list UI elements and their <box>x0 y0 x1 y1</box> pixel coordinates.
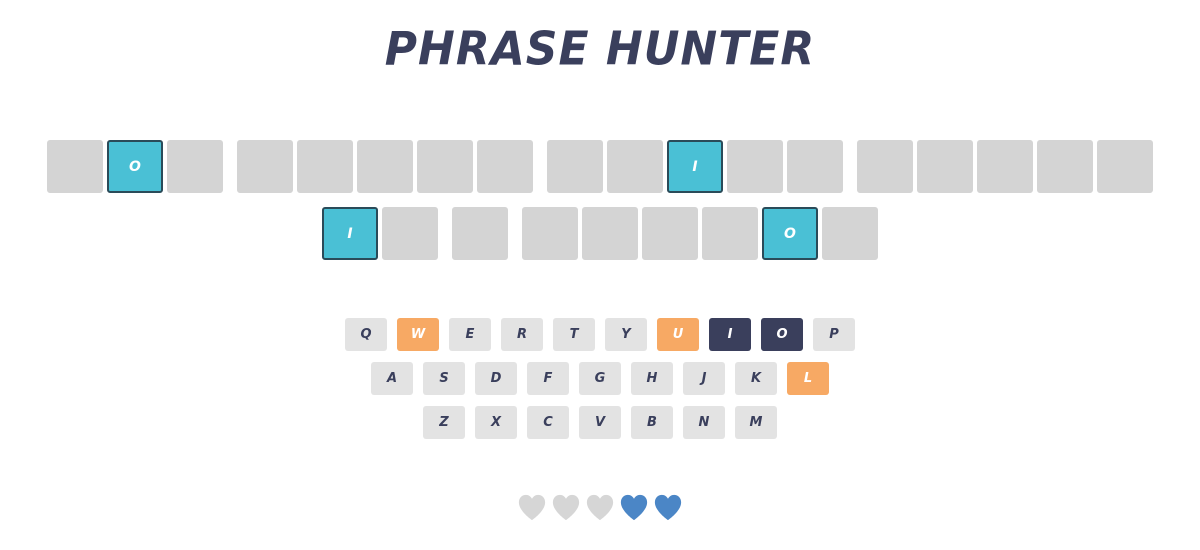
key-k[interactable]: K <box>735 362 777 395</box>
key-t[interactable]: T <box>553 318 595 351</box>
phrase-word <box>237 140 533 196</box>
keyboard-row: ZXCVBNM <box>0 406 1200 439</box>
phrase-word <box>857 140 1153 196</box>
letter-tile-hidden <box>547 140 603 193</box>
letter-tile-hidden <box>917 140 973 193</box>
letter-tile-hidden <box>702 207 758 260</box>
phrase-word: O <box>47 140 223 196</box>
key-w[interactable]: W <box>397 318 439 351</box>
letter-tile-hidden <box>47 140 103 193</box>
key-y[interactable]: Y <box>605 318 647 351</box>
letter-tile-revealed: O <box>107 140 163 193</box>
phrase-line: IO <box>0 207 1200 263</box>
key-v[interactable]: V <box>579 406 621 439</box>
heart-icon-lost <box>586 494 614 521</box>
letter-tile-revealed: I <box>322 207 378 260</box>
phrase-line: OI <box>0 140 1200 196</box>
key-p[interactable]: P <box>813 318 855 351</box>
letter-tile-revealed: O <box>762 207 818 260</box>
key-h[interactable]: H <box>631 362 673 395</box>
phrase-board: OIIO <box>0 140 1200 274</box>
keyboard-row: ASDFGHJKL <box>0 362 1200 395</box>
letter-tile-hidden <box>417 140 473 193</box>
letter-tile-hidden <box>382 207 438 260</box>
letter-tile-hidden <box>237 140 293 193</box>
key-g[interactable]: G <box>579 362 621 395</box>
letter-tile-hidden <box>642 207 698 260</box>
key-f[interactable]: F <box>527 362 569 395</box>
letter-tile-hidden <box>582 207 638 260</box>
key-q[interactable]: Q <box>345 318 387 351</box>
key-s[interactable]: S <box>423 362 465 395</box>
letter-tile-hidden <box>857 140 913 193</box>
key-j[interactable]: J <box>683 362 725 395</box>
key-l[interactable]: L <box>787 362 829 395</box>
phrase-word: I <box>322 207 438 263</box>
letter-tile-hidden <box>727 140 783 193</box>
letter-tile-revealed: I <box>667 140 723 193</box>
key-r[interactable]: R <box>501 318 543 351</box>
heart-icon-lost <box>552 494 580 521</box>
keyboard-row: QWERTYUIOP <box>0 318 1200 351</box>
on-screen-keyboard: QWERTYUIOP ASDFGHJKL ZXCVBNM <box>0 318 1200 450</box>
letter-tile-hidden <box>357 140 413 193</box>
phrase-word: I <box>547 140 843 196</box>
key-e[interactable]: E <box>449 318 491 351</box>
key-x[interactable]: X <box>475 406 517 439</box>
letter-tile-hidden <box>1037 140 1093 193</box>
letter-tile-hidden <box>297 140 353 193</box>
key-c[interactable]: C <box>527 406 569 439</box>
heart-icon-live <box>654 494 682 521</box>
key-b[interactable]: B <box>631 406 673 439</box>
heart-icon-live <box>620 494 648 521</box>
letter-tile-hidden <box>167 140 223 193</box>
letter-tile-hidden <box>607 140 663 193</box>
key-u[interactable]: U <box>657 318 699 351</box>
key-o[interactable]: O <box>761 318 803 351</box>
phrase-word <box>452 207 508 263</box>
letter-tile-hidden <box>787 140 843 193</box>
letter-tile-hidden <box>452 207 508 260</box>
letter-tile-hidden <box>477 140 533 193</box>
letter-tile-hidden <box>1097 140 1153 193</box>
key-i[interactable]: I <box>709 318 751 351</box>
key-m[interactable]: M <box>735 406 777 439</box>
phrase-word: O <box>522 207 878 263</box>
key-a[interactable]: A <box>371 362 413 395</box>
letter-tile-hidden <box>977 140 1033 193</box>
letter-tile-hidden <box>822 207 878 260</box>
game-title: PHRASE HUNTER <box>384 22 816 77</box>
lives-scoreboard <box>0 491 1200 523</box>
key-n[interactable]: N <box>683 406 725 439</box>
key-d[interactable]: D <box>475 362 517 395</box>
heart-icon-lost <box>518 494 546 521</box>
letter-tile-hidden <box>522 207 578 260</box>
key-z[interactable]: Z <box>423 406 465 439</box>
